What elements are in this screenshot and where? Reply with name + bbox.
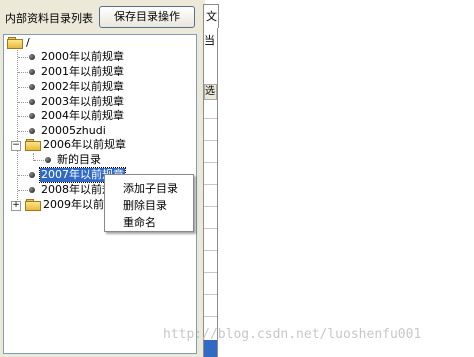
menu-item-rename[interactable]: 重命名 [123, 214, 156, 230]
tree-item[interactable]: 新的目录 [42, 153, 162, 167]
save-directory-button[interactable]: 保存目录操作 [99, 6, 195, 28]
grid-row-divider [204, 118, 217, 119]
tree-folder-node[interactable]: − 2006年以前规章 [8, 138, 168, 152]
tree-item[interactable]: 2000年以前规章 [26, 50, 166, 64]
open-folder-icon [7, 37, 23, 49]
grid-column-header[interactable]: 选 [204, 84, 217, 100]
tree-item[interactable]: 2001年以前规章 [26, 65, 166, 79]
tree-node-label: 2002年以前规章 [41, 80, 124, 93]
grid-row-divider [204, 184, 217, 185]
tree-item[interactable]: 20005zhudi [26, 124, 166, 138]
tree-node-label: 2000年以前规章 [41, 50, 124, 63]
open-folder-icon [25, 139, 41, 151]
grid-row-divider [204, 294, 217, 295]
menu-item-delete-directory[interactable]: 删除目录 [123, 197, 167, 213]
collapse-toggle-icon[interactable]: − [11, 141, 21, 151]
grid-row-divider [204, 272, 217, 273]
leaf-bullet-icon [29, 69, 35, 75]
context-menu: 添加子目录 删除目录 重命名 [104, 174, 194, 232]
tree-item[interactable]: 2004年以前规章 [26, 109, 166, 123]
leaf-bullet-icon [29, 84, 35, 90]
toolbar: 内部资料目录列表 保存目录操作 [0, 0, 200, 34]
tree-node-label: 2008年以前规 [41, 183, 113, 196]
panel-title: 内部资料目录列表 [5, 12, 93, 25]
tree-item[interactable]: 2003年以前规章 [26, 95, 166, 109]
tree-node-label: 新的目录 [57, 153, 101, 166]
leaf-bullet-icon [29, 172, 35, 178]
grid-row-divider [204, 250, 217, 251]
expand-toggle-icon[interactable]: + [11, 201, 21, 211]
tree-node-label: 2003年以前规章 [41, 95, 124, 108]
leaf-bullet-icon [29, 99, 35, 105]
grid-row-divider [204, 316, 217, 317]
leaf-bullet-icon [29, 54, 35, 60]
file-list-pane [203, 28, 218, 357]
folder-icon [25, 199, 41, 211]
tree-root-node[interactable]: / [6, 36, 66, 50]
tree-node-label: 20005zhudi [41, 124, 106, 137]
grid-row-divider [204, 162, 217, 163]
current-dir-label: 当 [204, 34, 215, 47]
leaf-bullet-icon [29, 187, 35, 193]
menu-item-add-subdirectory[interactable]: 添加子目录 [123, 180, 178, 196]
tree-guide-line [17, 148, 18, 204]
tree-node-label: / [26, 36, 30, 49]
leaf-bullet-icon [29, 113, 35, 119]
leaf-bullet-icon [45, 157, 51, 163]
grid-row-divider [204, 228, 217, 229]
tree-node-label: 2004年以前规章 [41, 109, 124, 122]
tree-item[interactable]: 2002年以前规章 [26, 80, 166, 94]
scroll-highlight [204, 340, 217, 357]
watermark: http://blog.csdn.net/luoshenfu001 [163, 327, 422, 342]
tree-node-label: 2006年以前规章 [43, 138, 126, 151]
grid-row-divider [204, 140, 217, 141]
tab-files[interactable]: 文 [203, 4, 219, 28]
grid-row-divider [204, 206, 217, 207]
leaf-bullet-icon [29, 128, 35, 134]
tree-node-label: 2001年以前规章 [41, 65, 124, 78]
